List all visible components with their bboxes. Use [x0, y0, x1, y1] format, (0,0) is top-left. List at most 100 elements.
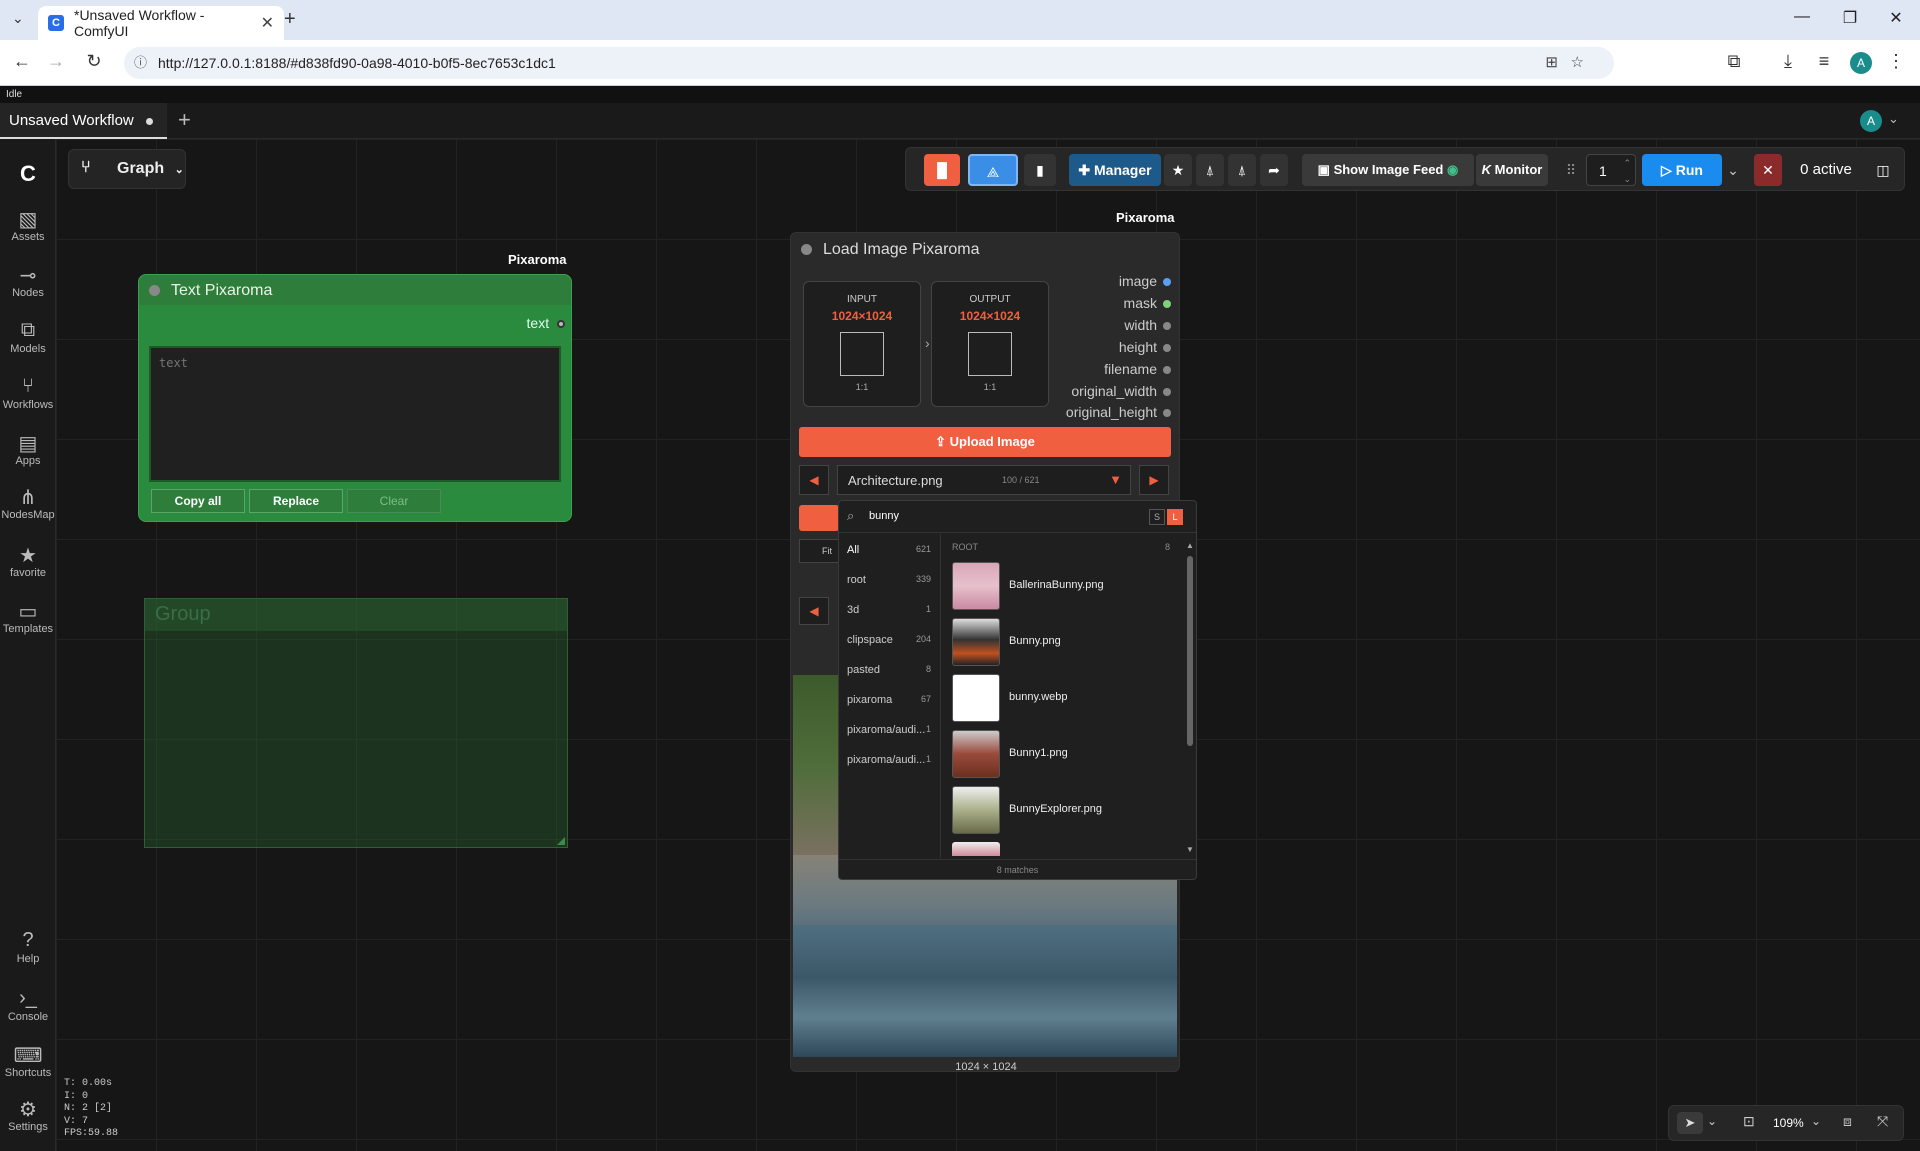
monitor-button[interactable]: K Monitor: [1476, 154, 1548, 186]
folder-item-pixaroma-audio-1[interactable]: pixaroma/audi... 1: [847, 724, 931, 736]
sidebar-item-workflows[interactable]: ⑂ Workflows: [0, 375, 56, 411]
run-options-chevron-icon[interactable]: ⌄: [1724, 154, 1742, 186]
file-select[interactable]: Architecture.png 100 / 621 ▼: [837, 465, 1131, 495]
tab-list-icon[interactable]: ⌄: [12, 10, 24, 27]
panel-toggle-icon[interactable]: ◫: [1868, 154, 1898, 186]
copy-all-button[interactable]: Copy all: [151, 489, 245, 513]
model-button-1[interactable]: ⍋: [1196, 154, 1224, 186]
folder-item-pasted[interactable]: pasted 8: [847, 664, 931, 676]
load-node-header[interactable]: Load Image Pixaroma: [791, 233, 1179, 265]
sidebar-item-favorite[interactable]: ★ favorite: [0, 543, 56, 579]
prev-button[interactable]: ◀: [799, 597, 829, 625]
file-item[interactable]: BunnyExplorer.png: [952, 786, 1182, 836]
file-item[interactable]: bunny.webp: [952, 674, 1182, 724]
minimize-icon[interactable]: —: [1780, 8, 1824, 26]
output-slot-image[interactable]: image: [1119, 273, 1171, 289]
node-collapse-dot[interactable]: [801, 244, 812, 255]
fit-view-icon[interactable]: ⊡: [1743, 1113, 1755, 1130]
output-pin-icon[interactable]: [1163, 344, 1171, 353]
sidebar-item-assets[interactable]: ▧ Assets: [0, 207, 56, 243]
output-pin-icon[interactable]: [1163, 300, 1171, 309]
size-large-toggle[interactable]: L: [1167, 509, 1183, 525]
manager-button[interactable]: ✚ Manager: [1069, 154, 1161, 186]
output-slot-filename[interactable]: filename: [1104, 361, 1171, 377]
drag-handle-icon[interactable]: ⠿: [1562, 154, 1580, 186]
prev-file-button[interactable]: ◀: [799, 465, 829, 495]
bookmark-button[interactable]: ▮: [1024, 154, 1056, 186]
comfy-logo-icon[interactable]: C: [0, 161, 56, 186]
sidebar-item-settings[interactable]: ⚙ Settings: [0, 1097, 56, 1133]
tool-chevron-icon[interactable]: ⌄: [1707, 1114, 1717, 1128]
close-tab-icon[interactable]: ✕: [261, 13, 274, 33]
pixaroma-logo-button[interactable]: ⟁: [968, 154, 1018, 186]
run-button[interactable]: ▷ Run: [1642, 154, 1722, 186]
file-item[interactable]: BallerinaBunny.png: [952, 562, 1182, 612]
text-output-slot[interactable]: text: [527, 315, 565, 331]
folder-item-all[interactable]: All 621: [847, 544, 931, 556]
scroll-down-icon[interactable]: ▼: [1186, 845, 1194, 854]
cancel-button[interactable]: ✕: [1754, 154, 1782, 186]
download-icon[interactable]: ⤓: [1776, 51, 1800, 72]
graph-mode-button[interactable]: ⑂ Graph ⌄: [68, 149, 186, 189]
show-image-feed-button[interactable]: ▣ Show Image Feed ◉: [1302, 154, 1474, 186]
workflow-tab[interactable]: Unsaved Workflow: [0, 103, 167, 139]
browser-menu-icon[interactable]: ⋮: [1884, 51, 1908, 72]
folder-item-pixaroma-audio-2[interactable]: pixaroma/audi... 1: [847, 754, 931, 766]
new-workflow-icon[interactable]: +: [178, 107, 191, 133]
model-button-2[interactable]: ⍋: [1228, 154, 1256, 186]
window-close-icon[interactable]: ✕: [1874, 8, 1918, 28]
output-pin-icon[interactable]: [1163, 409, 1171, 418]
user-avatar[interactable]: A: [1860, 110, 1882, 132]
output-slot-mask[interactable]: mask: [1124, 295, 1171, 311]
replace-button[interactable]: Replace: [249, 489, 343, 513]
folder-item-clipspace[interactable]: clipspace 204: [847, 634, 931, 646]
folder-item-3d[interactable]: 3d 1: [847, 604, 931, 616]
output-slot-original-width[interactable]: original_width: [1071, 383, 1171, 399]
link-visibility-icon[interactable]: ⤧: [1877, 1113, 1888, 1130]
sidebar-item-nodes[interactable]: ⊸ Nodes: [0, 263, 56, 299]
output-pin-icon[interactable]: [557, 320, 565, 329]
folder-item-root[interactable]: root 339: [847, 574, 931, 586]
star-button[interactable]: ★: [1164, 154, 1192, 186]
next-file-button[interactable]: ▶: [1139, 465, 1169, 495]
share-button[interactable]: ➦: [1260, 154, 1288, 186]
bookmark-star-icon[interactable]: ☆: [1571, 47, 1584, 79]
pixaroma-audio-button[interactable]: ▐▌: [924, 154, 960, 186]
scrollbar[interactable]: ▲ ▼: [1185, 541, 1195, 857]
restore-icon[interactable]: ❐: [1828, 8, 1872, 28]
zoom-level[interactable]: 109%: [1773, 1116, 1804, 1130]
sidebar-item-apps[interactable]: ▤ Apps: [0, 431, 56, 467]
sidebar-item-nodesmap[interactable]: ⋔ NodesMap: [0, 485, 56, 521]
group-title[interactable]: Group: [145, 599, 567, 631]
sidebar-item-help[interactable]: ? Help: [0, 929, 56, 965]
site-info-icon[interactable]: ⓘ: [134, 47, 147, 79]
sidebar-item-shortcuts[interactable]: ⌨ Shortcuts: [0, 1043, 56, 1079]
file-item[interactable]: Bunny.png: [952, 618, 1182, 668]
reload-icon[interactable]: ↻: [82, 51, 106, 72]
profile-avatar[interactable]: A: [1850, 52, 1872, 74]
sidebar-item-templates[interactable]: ▭ Templates: [0, 599, 56, 635]
output-slot-width[interactable]: width: [1124, 317, 1171, 333]
url-field[interactable]: ⓘ http://127.0.0.1:8188/#d838fd90-0a98-4…: [124, 47, 1614, 79]
forward-icon[interactable]: →: [44, 51, 68, 72]
output-pin-icon[interactable]: [1163, 388, 1171, 397]
clear-button[interactable]: Clear: [347, 489, 441, 513]
text-input[interactable]: [149, 346, 561, 482]
stepper-down-icon[interactable]: ⌄: [1623, 163, 1631, 195]
output-slot-height[interactable]: height: [1119, 339, 1171, 355]
minimap-icon[interactable]: ⧈: [1843, 1113, 1852, 1130]
media-icon[interactable]: ≡: [1812, 51, 1836, 72]
text-pixaroma-node[interactable]: Text Pixaroma text Copy all Replace Clea…: [138, 274, 572, 522]
upload-image-button[interactable]: ⇪ Upload Image: [799, 427, 1171, 457]
file-search-input[interactable]: bunny: [869, 510, 899, 522]
sidebar-item-models[interactable]: ⧉ Models: [0, 319, 56, 355]
resize-handle-icon[interactable]: [557, 837, 565, 845]
queue-count-input[interactable]: 1 ⌃ ⌄: [1586, 154, 1636, 186]
group-box[interactable]: Group: [144, 598, 568, 848]
size-small-toggle[interactable]: S: [1149, 509, 1165, 525]
file-item[interactable]: Bunny1.png: [952, 730, 1182, 780]
output-pin-icon[interactable]: [1163, 278, 1171, 287]
output-slot-original-height[interactable]: original_height: [1066, 404, 1171, 420]
extensions-icon[interactable]: ⧉: [1722, 51, 1746, 72]
output-pin-icon[interactable]: [1163, 366, 1171, 375]
